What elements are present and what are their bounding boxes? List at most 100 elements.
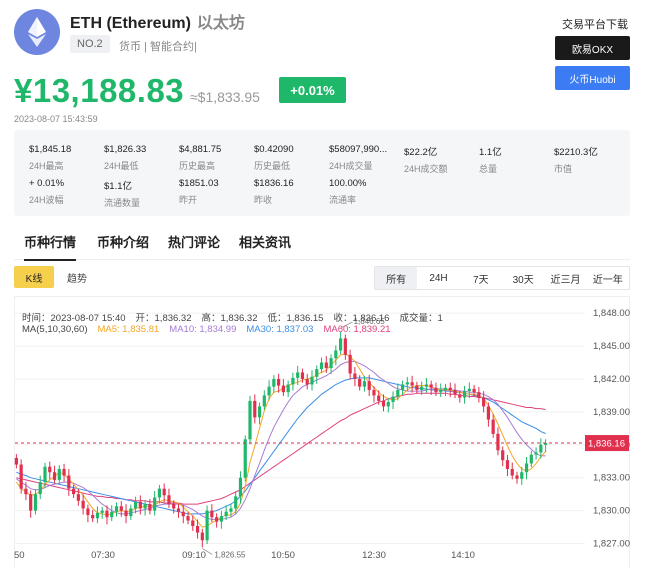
current-price-label: 1,836.16 <box>588 439 625 450</box>
candle-body <box>272 378 276 387</box>
ohlc-volume: 成交量：1 <box>399 313 443 324</box>
candle-body <box>429 384 433 388</box>
x-tick-label: 14:10 <box>451 550 475 561</box>
candle-body <box>372 389 376 396</box>
ma5-line <box>15 353 546 528</box>
candle-body <box>172 504 176 509</box>
candle-body <box>405 382 409 385</box>
candle-body <box>153 497 157 511</box>
candle-body <box>176 508 181 512</box>
candle-body <box>472 388 476 393</box>
candle-body <box>200 532 204 541</box>
candle-body <box>491 419 495 434</box>
candle-body <box>76 494 80 501</box>
candle-body <box>81 500 85 509</box>
candle-body <box>262 395 266 407</box>
candle-body <box>24 488 28 495</box>
candle-body <box>253 400 257 418</box>
x-tick-label: 09:10 <box>182 550 206 561</box>
candle-body <box>324 362 328 369</box>
y-tick-label: 1,845.00 <box>593 341 630 352</box>
candle-body <box>391 396 395 403</box>
ma10-value: MA10: 1,834.99 <box>169 324 237 335</box>
candle-body <box>248 400 252 440</box>
y-tick-label: 1,848.00 <box>593 308 630 319</box>
candle-body <box>501 450 505 461</box>
candle-body <box>362 381 367 387</box>
candle-body <box>215 517 219 522</box>
candle-body <box>482 397 486 407</box>
candle-body <box>353 373 357 379</box>
candle-body <box>210 510 214 518</box>
coin-page: { "header": { "symbol_name": "ETH (Ether… <box>0 0 650 568</box>
candle-body <box>238 477 243 497</box>
candle-body <box>467 388 471 392</box>
candle-body <box>343 338 347 355</box>
y-tick-label: 1,833.00 <box>593 473 630 484</box>
candle-body <box>415 385 419 390</box>
candle-body <box>277 378 281 386</box>
candle-body <box>195 525 200 533</box>
candle-body <box>496 433 500 451</box>
candle-body <box>129 508 133 517</box>
candle-body <box>439 389 443 393</box>
ma-label: MA(5,10,30,60) <box>22 324 88 335</box>
candle-body <box>52 472 57 480</box>
candle-body <box>29 494 33 511</box>
candle-body <box>86 508 90 516</box>
ohlc-low: 低：1,836.15 <box>267 313 324 324</box>
candle-body <box>377 395 381 401</box>
candle-body <box>315 369 319 377</box>
candle-body <box>224 511 228 517</box>
y-tick-label: 1,827.00 <box>593 539 630 550</box>
candle-body <box>505 460 510 469</box>
candle-body <box>143 504 147 509</box>
candle-body <box>515 475 519 479</box>
candle-body <box>310 376 314 385</box>
ohlc-open: 开：1,836.32 <box>135 313 192 324</box>
candle-body <box>19 464 23 489</box>
candle-body <box>524 463 529 473</box>
x-tick-label: 07:30 <box>91 550 115 561</box>
candle-body <box>510 468 514 476</box>
candle-body <box>91 515 95 519</box>
ma60-value: MA60: 1,839.21 <box>323 324 391 335</box>
candle-body <box>448 387 452 390</box>
candle-body <box>367 381 371 390</box>
min-label: 1,826.55 <box>214 550 246 559</box>
candle-body <box>424 384 429 387</box>
candle-body <box>410 382 414 386</box>
candle-body <box>334 350 338 359</box>
ohlc-high: 高：1,836.32 <box>201 313 258 324</box>
candle-body <box>43 466 47 483</box>
ma30-line <box>16 377 546 515</box>
y-tick-label: 1,830.00 <box>593 506 630 517</box>
ohlc-info: 时间：2023-08-07 15:40 开：1,836.32 高：1,836.32 低… <box>22 310 453 324</box>
candle-body <box>520 472 524 479</box>
candle-body <box>167 495 171 505</box>
candle-body <box>219 516 224 522</box>
candle-body <box>181 511 185 517</box>
y-tick-label: 1,839.00 <box>593 407 630 418</box>
candle-body <box>286 384 290 393</box>
candle-body <box>534 452 538 455</box>
candle-body <box>133 501 138 509</box>
kline-chart[interactable]: 1,848.001,845.001,842.001,839.001,836.00… <box>0 0 650 568</box>
candle-body <box>486 406 491 420</box>
candle-body <box>229 508 233 512</box>
ma-info: MA(5,10,30,60) MA5: 1,835.81 MA10: 1,834.9… <box>22 324 401 335</box>
candle-body <box>191 520 195 526</box>
candle-body <box>529 454 533 464</box>
candle-body <box>305 378 309 385</box>
candle-body <box>291 377 295 385</box>
candle-body <box>138 501 142 509</box>
ma5-value: MA5: 1,835.81 <box>97 324 160 335</box>
candle-body <box>57 468 61 480</box>
candle-body <box>329 358 333 369</box>
candle-body <box>453 389 457 395</box>
candle-body <box>458 394 462 398</box>
candle-body <box>67 475 71 489</box>
candle-body <box>71 488 76 495</box>
candle-body <box>148 504 152 511</box>
x-tick-label: 12:30 <box>362 550 386 561</box>
